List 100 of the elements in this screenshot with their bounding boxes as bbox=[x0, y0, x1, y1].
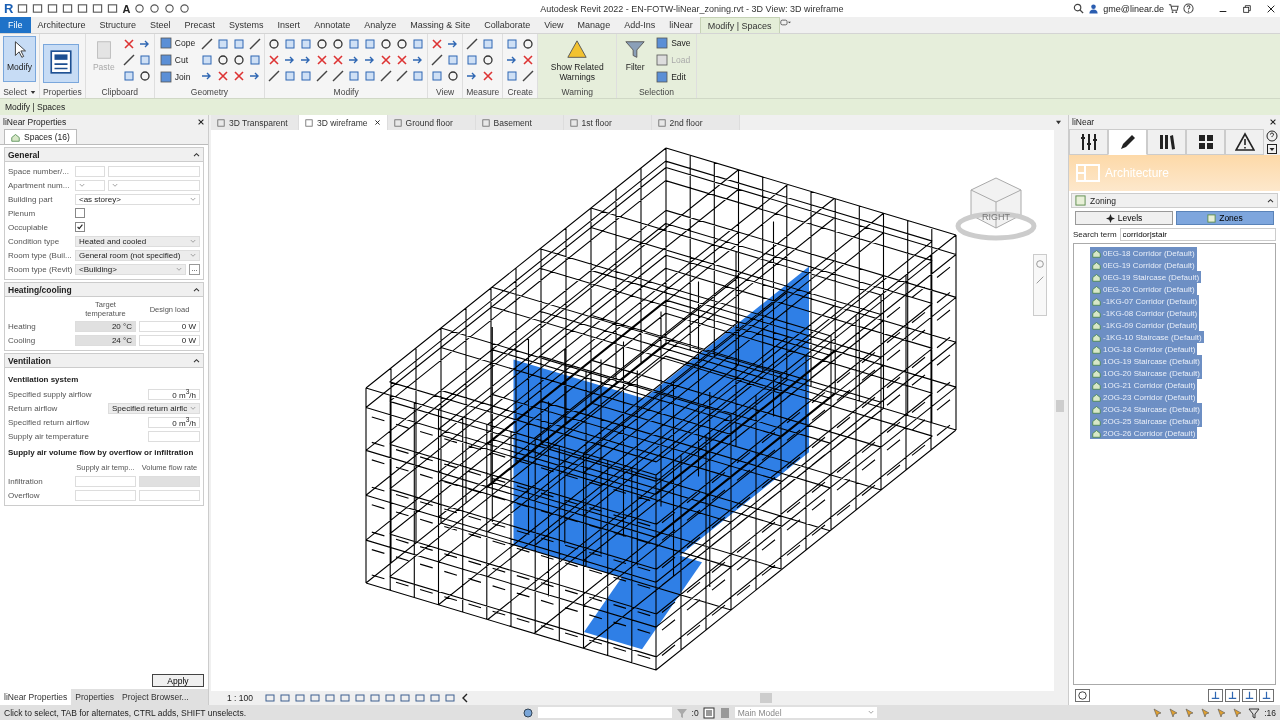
input-field[interactable]: 0 W bbox=[139, 320, 200, 332]
ribbon-tab[interactable]: File bbox=[0, 17, 31, 33]
section-header[interactable]: Ventilation bbox=[5, 354, 203, 368]
user-icon[interactable] bbox=[1088, 3, 1100, 14]
ribbon-button[interactable]: Filter bbox=[620, 36, 651, 76]
ribbon-tab[interactable]: Manage bbox=[570, 17, 618, 33]
refresh-icon[interactable] bbox=[1075, 688, 1090, 702]
view-control-icon[interactable] bbox=[279, 692, 291, 704]
input-field[interactable]: 24 °C bbox=[75, 334, 136, 346]
ribbon-button[interactable]: Save bbox=[654, 36, 693, 50]
tool-tab[interactable] bbox=[1108, 129, 1147, 155]
dropdown[interactable]: Heated and cooled bbox=[75, 235, 200, 247]
view-control-icon[interactable] bbox=[264, 692, 276, 704]
help-icon[interactable] bbox=[1183, 3, 1194, 14]
line-icon[interactable] bbox=[332, 70, 345, 82]
ribbon-tab[interactable]: Insert bbox=[270, 17, 308, 33]
view-control-icon[interactable] bbox=[414, 692, 426, 704]
checkbox[interactable] bbox=[75, 222, 85, 232]
ribbon-tab[interactable]: Structure bbox=[92, 17, 144, 33]
view-control-icon[interactable] bbox=[429, 692, 441, 704]
toggle-button[interactable]: Zones bbox=[1176, 211, 1274, 225]
cross-icon[interactable] bbox=[268, 54, 281, 66]
toolbar-icon[interactable] bbox=[77, 3, 89, 14]
view-control-icon[interactable] bbox=[384, 692, 396, 704]
close-icon[interactable] bbox=[373, 119, 381, 126]
cross-icon[interactable] bbox=[380, 54, 393, 66]
toolbar-icon[interactable] bbox=[47, 3, 59, 14]
input-field[interactable] bbox=[75, 489, 136, 501]
ribbon-tab[interactable]: Analyze bbox=[357, 17, 404, 33]
cross-icon[interactable] bbox=[217, 70, 230, 82]
ribbon-tab[interactable]: Add-Ins bbox=[617, 17, 663, 33]
toolbar-icon[interactable] bbox=[17, 3, 29, 14]
ribbon-button[interactable]: Join bbox=[157, 70, 198, 84]
checkbox[interactable] bbox=[75, 208, 85, 218]
section-header[interactable]: Zoning bbox=[1071, 193, 1278, 208]
input-field[interactable] bbox=[75, 475, 136, 487]
ribbon-button[interactable]: Show Related Warnings bbox=[541, 36, 614, 86]
document-tab[interactable]: Ground floor bbox=[387, 115, 476, 130]
circle-icon[interactable] bbox=[138, 70, 151, 82]
tool-icon[interactable] bbox=[1259, 688, 1274, 702]
toolbar-icon[interactable] bbox=[149, 3, 161, 14]
view-control-icon[interactable] bbox=[309, 692, 321, 704]
circle-icon[interactable] bbox=[447, 70, 460, 82]
document-tab[interactable]: 3D wireframe bbox=[299, 115, 388, 130]
tool-icon[interactable] bbox=[1225, 688, 1240, 702]
search-field[interactable]: corridor|stair bbox=[1119, 228, 1276, 241]
dropdown[interactable]: <as storey> bbox=[75, 193, 200, 205]
line-icon[interactable] bbox=[249, 38, 262, 50]
arrow-icon[interactable] bbox=[138, 38, 151, 50]
line-icon[interactable] bbox=[431, 54, 444, 66]
circle-icon[interactable] bbox=[316, 38, 329, 50]
line-icon[interactable] bbox=[396, 70, 409, 82]
cross-icon[interactable] bbox=[332, 54, 345, 66]
ribbon-button[interactable]: Cope bbox=[157, 36, 198, 50]
close-icon[interactable] bbox=[1269, 118, 1277, 126]
dropdown[interactable]: <Building> bbox=[75, 263, 186, 275]
document-tab[interactable]: 2nd floor bbox=[651, 115, 740, 130]
cross-icon[interactable] bbox=[122, 38, 135, 50]
panel-tab[interactable]: liNear Properties bbox=[0, 689, 72, 705]
input-field[interactable] bbox=[108, 165, 200, 177]
section-header[interactable]: Heating/cooling bbox=[5, 283, 203, 297]
ribbon-button[interactable]: Modify bbox=[3, 36, 37, 82]
apply-button[interactable]: Apply bbox=[152, 674, 204, 687]
input-field[interactable] bbox=[139, 489, 200, 501]
tool-tab[interactable] bbox=[1186, 129, 1225, 155]
circle-icon[interactable] bbox=[268, 38, 281, 50]
ribbon-tab[interactable]: Systems bbox=[222, 17, 271, 33]
cart-icon[interactable] bbox=[1168, 3, 1179, 14]
search-icon[interactable] bbox=[1073, 3, 1085, 14]
line-icon[interactable] bbox=[201, 38, 214, 50]
line-icon[interactable] bbox=[122, 54, 135, 66]
ribbon-tab[interactable]: Precast bbox=[177, 17, 223, 33]
view-control-icon[interactable] bbox=[354, 692, 366, 704]
ribbon-tab[interactable]: Annotate bbox=[307, 17, 358, 33]
close-icon[interactable] bbox=[1266, 3, 1276, 14]
circle-icon[interactable] bbox=[233, 54, 246, 66]
panel-tab[interactable]: Project Browser... bbox=[118, 689, 193, 705]
cross-icon[interactable] bbox=[482, 70, 495, 82]
toolbar-icon[interactable] bbox=[92, 3, 104, 14]
cross-icon[interactable] bbox=[522, 54, 535, 66]
ribbon-tab[interactable]: Steel bbox=[143, 17, 178, 33]
panel-toggle-icon[interactable] bbox=[779, 17, 791, 28]
cross-icon[interactable] bbox=[316, 54, 329, 66]
panel-tab[interactable]: Properties bbox=[71, 689, 119, 705]
input-field[interactable]: 20 °C bbox=[75, 320, 136, 332]
ribbon-tab[interactable]: Architecture bbox=[30, 17, 93, 33]
ribbon-tab[interactable]: Massing & Site bbox=[403, 17, 478, 33]
tool-icon[interactable] bbox=[1208, 688, 1223, 702]
view-control-icon[interactable] bbox=[324, 692, 336, 704]
line-icon[interactable] bbox=[466, 38, 479, 50]
toolbar-icon[interactable] bbox=[62, 3, 74, 14]
workset-icon[interactable] bbox=[521, 706, 534, 719]
restore-icon[interactable] bbox=[1242, 3, 1252, 14]
cross-icon[interactable] bbox=[233, 70, 246, 82]
ribbon-tab[interactable]: liNear bbox=[662, 17, 700, 33]
tool-tab[interactable] bbox=[1225, 129, 1264, 155]
input-field[interactable] bbox=[75, 165, 105, 177]
circle-icon[interactable] bbox=[396, 38, 409, 50]
dropdown-icon[interactable] bbox=[1266, 142, 1278, 155]
input-field[interactable] bbox=[148, 430, 200, 442]
